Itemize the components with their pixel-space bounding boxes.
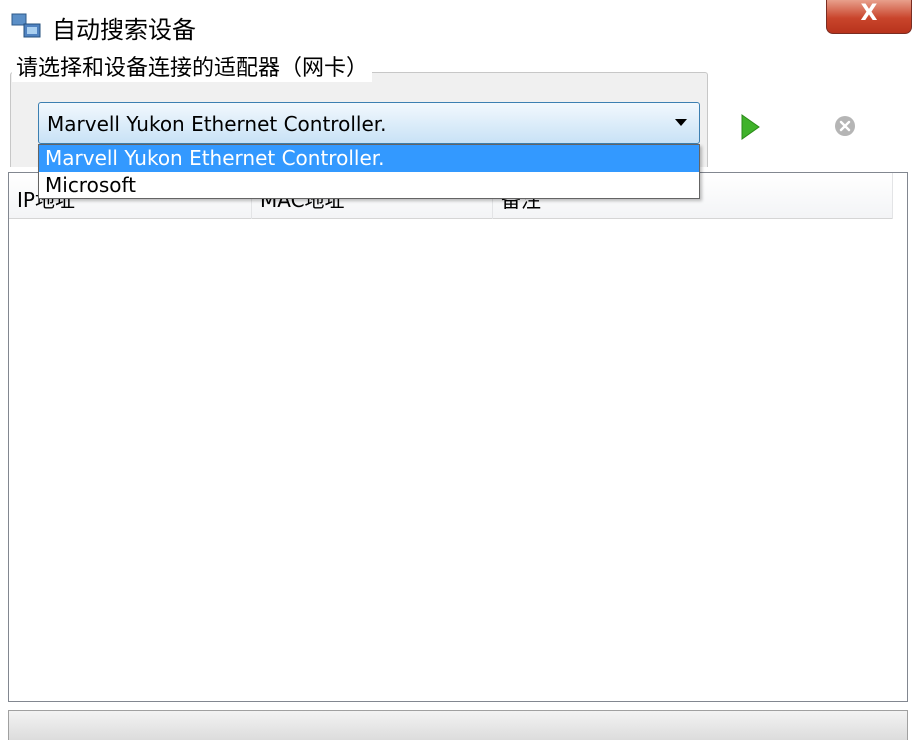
network-app-icon xyxy=(11,13,41,38)
device-list[interactable]: IP地址 MAC地址 备注 xyxy=(8,172,908,702)
window-title: 自动搜索设备 xyxy=(52,16,196,44)
dropdown-option-marvell[interactable]: Marvell Yukon Ethernet Controller. xyxy=(39,145,699,172)
close-button[interactable]: X xyxy=(826,0,912,34)
chevron-down-icon[interactable] xyxy=(675,119,687,126)
adapter-select[interactable]: Marvell Yukon Ethernet Controller. xyxy=(38,102,700,144)
adapter-groupbox-title: 请选择和设备连接的适配器（网卡） xyxy=(12,50,373,82)
dropdown-option-microsoft[interactable]: Microsoft xyxy=(39,172,699,199)
adapter-dropdown-list: Marvell Yukon Ethernet Controller. Micro… xyxy=(38,144,700,199)
stop-icon[interactable] xyxy=(834,115,856,137)
adapter-select-value: Marvell Yukon Ethernet Controller. xyxy=(47,112,387,136)
title-bar: 自动搜索设备 X xyxy=(0,0,912,56)
play-icon[interactable] xyxy=(738,112,762,142)
close-icon: X xyxy=(860,1,878,26)
status-bar xyxy=(8,710,908,740)
